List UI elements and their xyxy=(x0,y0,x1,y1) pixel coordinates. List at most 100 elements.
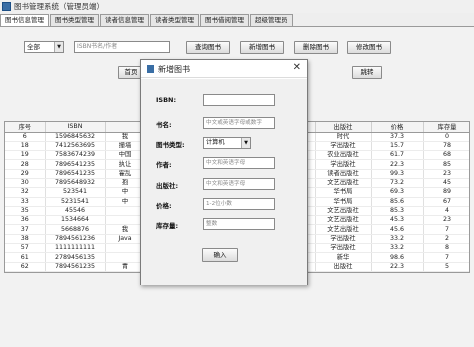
column-header[interactable]: 价格 xyxy=(371,122,424,133)
table-cell: 学出版社 xyxy=(315,159,372,170)
table-cell: 时代 xyxy=(315,132,372,142)
table-cell: 45.3 xyxy=(371,215,424,226)
tab-super-admin[interactable]: 超级管理员 xyxy=(250,14,293,26)
table-cell: 61.7 xyxy=(371,150,424,161)
chevron-down-icon[interactable]: ▼ xyxy=(54,42,63,52)
confirm-button[interactable]: 确入 xyxy=(202,248,238,262)
table-cell: 57 xyxy=(5,243,46,254)
table-cell: 15.7 xyxy=(371,141,424,152)
table-cell: 33.2 xyxy=(371,243,424,254)
publisher-field[interactable]: 中文和英语字母 xyxy=(203,178,275,190)
table-cell: 4 xyxy=(423,206,469,217)
table-cell xyxy=(105,243,146,254)
table-cell: 38 xyxy=(5,234,46,245)
price-label: 价格: xyxy=(156,202,172,210)
table-cell: 67 xyxy=(423,197,469,207)
dialog-app-icon xyxy=(147,65,154,73)
table-cell: 学出版社 xyxy=(315,243,372,254)
table-cell: 33 xyxy=(5,197,46,207)
table-cell: 45.6 xyxy=(371,224,424,235)
table-cell: 7412563695 xyxy=(45,141,106,152)
tab-reader-info[interactable]: 读者信息管理 xyxy=(100,14,149,26)
table-cell: 85.6 xyxy=(371,197,424,207)
column-header[interactable]: ISBN xyxy=(45,122,106,133)
column-header[interactable] xyxy=(105,122,146,133)
table-cell: 29 xyxy=(5,169,46,180)
table-cell: 5231541 xyxy=(45,197,106,207)
delete-button[interactable]: 删除图书 xyxy=(294,41,338,54)
bookname-field[interactable]: 中文或英语字母或数字 xyxy=(203,117,275,129)
bookname-label: 书名: xyxy=(156,121,172,129)
table-cell: 中 xyxy=(105,187,146,198)
tab-book-info[interactable]: 图书信息管理 xyxy=(0,14,49,26)
filter-value: 全部 xyxy=(27,43,40,51)
table-cell: 7 xyxy=(423,224,469,235)
dialog-title: 新增图书 xyxy=(158,65,190,74)
table-cell: 8 xyxy=(423,243,469,254)
table-cell: 1111111111 xyxy=(45,243,106,254)
table-cell: 37.3 xyxy=(371,132,424,142)
table-cell: 5 xyxy=(423,262,469,272)
table-cell: 撞墙 xyxy=(105,141,146,152)
table-cell: 文艺出版社 xyxy=(315,178,372,189)
table-cell: 我 xyxy=(105,132,146,142)
table-cell: 6 xyxy=(5,132,46,142)
table-cell: 62 xyxy=(5,262,46,272)
table-cell: 霍乱 xyxy=(105,169,146,180)
query-button[interactable]: 查询图书 xyxy=(186,41,230,54)
chevron-down-icon[interactable]: ▼ xyxy=(241,138,250,148)
filter-select[interactable]: 全部 ▼ xyxy=(24,41,64,53)
table-cell: 2 xyxy=(423,234,469,245)
table-cell: 36 xyxy=(5,215,46,226)
table-cell: 1596845632 xyxy=(45,132,106,142)
table-cell: 学出版社 xyxy=(315,141,372,152)
stock-field[interactable]: 整数 xyxy=(203,218,275,230)
table-cell: 中 xyxy=(105,197,146,207)
table-cell: 85 xyxy=(423,159,469,170)
table-cell: 22.3 xyxy=(371,262,424,272)
stock-label: 库存量: xyxy=(156,222,179,230)
table-cell: 45546 xyxy=(45,206,106,217)
close-icon[interactable]: ✕ xyxy=(293,62,301,73)
column-header[interactable]: 库存量 xyxy=(423,122,469,133)
app-icon xyxy=(2,2,11,11)
table-cell: 45 xyxy=(423,178,469,189)
search-input[interactable]: ISBN书名/作者 xyxy=(74,41,170,53)
table-cell: 2789456135 xyxy=(45,252,106,263)
table-cell: Java xyxy=(105,234,146,245)
isbn-field[interactable] xyxy=(203,94,275,106)
jump-button[interactable]: 跳转 xyxy=(352,66,382,79)
table-cell: 我 xyxy=(105,224,146,235)
table-cell: 7894561236 xyxy=(45,234,106,245)
tab-borrow[interactable]: 图书借阅管理 xyxy=(200,14,249,26)
table-cell: 7 xyxy=(423,252,469,263)
table-cell: 22.3 xyxy=(371,159,424,170)
table-cell: 新华 xyxy=(315,252,372,263)
table-cell: 89 xyxy=(423,187,469,198)
price-field[interactable]: 1-2位小数 xyxy=(203,198,275,210)
table-cell: 69.3 xyxy=(371,187,424,198)
table-cell: 37 xyxy=(5,224,46,235)
table-cell: 5668876 xyxy=(45,224,106,235)
table-cell: 7894561235 xyxy=(45,262,106,272)
table-cell xyxy=(105,206,146,217)
table-cell: 61 xyxy=(5,252,46,263)
table-cell: 78 xyxy=(423,141,469,152)
type-select[interactable]: 计算机 ▼ xyxy=(203,137,251,149)
tab-book-type[interactable]: 图书类型管理 xyxy=(50,14,99,26)
tab-reader-type[interactable]: 读者类型管理 xyxy=(150,14,199,26)
table-cell: 文艺出版社 xyxy=(315,206,372,217)
add-button[interactable]: 新增图书 xyxy=(240,41,284,54)
edit-button[interactable]: 修改图书 xyxy=(347,41,391,54)
table-cell: 523541 xyxy=(45,187,106,198)
table-cell xyxy=(105,215,146,226)
author-field[interactable]: 中文和英语字母 xyxy=(203,157,275,169)
table-cell: 0 xyxy=(423,132,469,142)
table-cell: 23 xyxy=(423,215,469,226)
table-cell xyxy=(105,252,146,263)
column-header[interactable]: 出版社 xyxy=(315,122,372,133)
table-cell: 学出版社 xyxy=(315,234,372,245)
column-header[interactable]: 序号 xyxy=(5,122,46,133)
tab-strip: 图书信息管理 图书类型管理 读者信息管理 读者类型管理 图书借阅管理 超级管理员 xyxy=(0,14,294,26)
window-title: 图书管理系统（管理员端） xyxy=(14,2,104,11)
